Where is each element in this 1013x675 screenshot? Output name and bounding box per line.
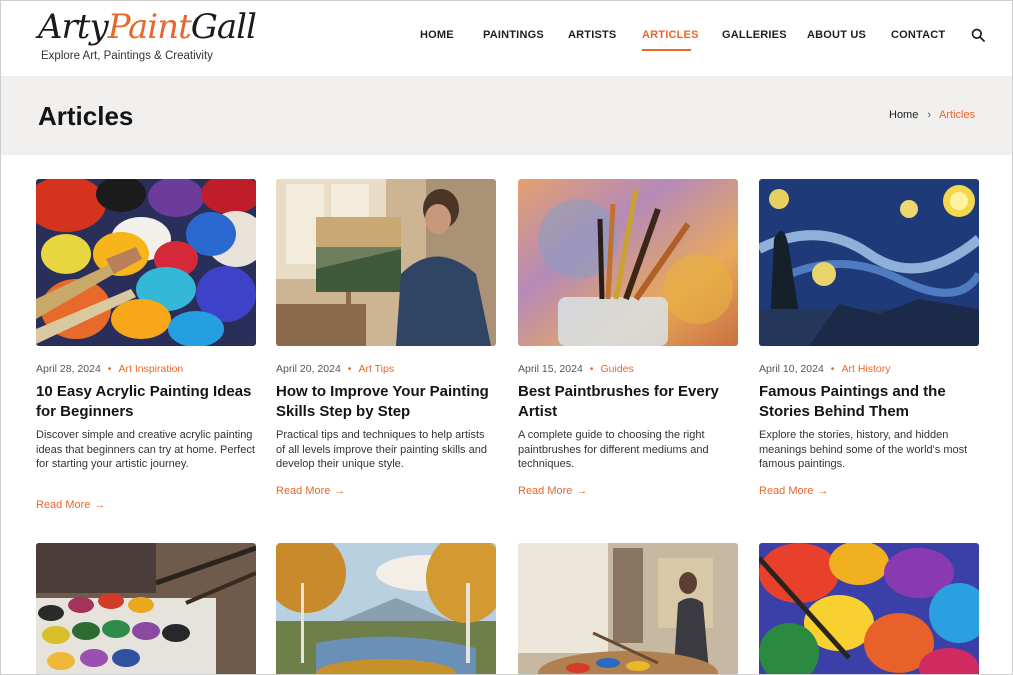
article-meta: April 28, 2024 • Art Inspiration [36, 363, 183, 375]
nav-about-us[interactable]: ABOUT US [807, 29, 866, 41]
arrow-right-icon: → [334, 485, 346, 497]
page-title: Articles [38, 101, 134, 131]
article-date: April 10, 2024 [759, 363, 824, 375]
article-excerpt: Practical tips and techniques to help ar… [276, 429, 487, 470]
page: ArtyPaintGall Explore Art, Paintings & C… [0, 0, 1013, 675]
article-title[interactable]: How to Improve Your Painting Skills Step… [276, 382, 496, 422]
nav-articles[interactable]: ARTICLES [642, 29, 699, 41]
article-title[interactable]: Best Paintbrushes for Every Artist [518, 382, 738, 422]
article-title[interactable]: Famous Paintings and the Stories Behind … [759, 382, 979, 422]
nav-home[interactable]: HOME [420, 29, 454, 41]
article-image-abstract-painting[interactable] [759, 543, 979, 674]
article-image-art-studio[interactable] [518, 543, 738, 674]
nav-active-indicator [642, 49, 691, 51]
article-category[interactable]: Art History [841, 363, 890, 375]
article-category[interactable]: Art Tips [358, 363, 394, 375]
read-more-link[interactable]: Read More → [518, 485, 587, 497]
article-meta: April 20, 2024 • Art Tips [276, 363, 394, 375]
read-more-link[interactable]: Read More → [276, 485, 345, 497]
search-icon[interactable] [971, 28, 985, 42]
arrow-right-icon: → [817, 485, 829, 497]
site-header: ArtyPaintGall Explore Art, Paintings & C… [1, 1, 1012, 77]
article-image-autumn-landscape[interactable] [276, 543, 496, 674]
site-tagline: Explore Art, Paintings & Creativity [41, 50, 213, 62]
article-excerpt: Explore the stories, history, and hidden… [759, 429, 968, 470]
read-more-label: Read More [276, 485, 331, 497]
read-more-label: Read More [518, 485, 573, 497]
article-meta: April 10, 2024 • Art History [759, 363, 891, 375]
article-date: April 28, 2024 [36, 363, 101, 375]
article-date: April 15, 2024 [518, 363, 583, 375]
article-image-woman-painting[interactable] [276, 179, 496, 346]
meta-separator: • [589, 363, 594, 375]
breadcrumb: Home › Articles [889, 109, 975, 121]
article-image-watercolor-palette[interactable] [36, 543, 256, 674]
article-image-acrylic-paint[interactable] [36, 179, 256, 346]
article-card: April 10, 2024 • Art History Famous Painti… [759, 179, 979, 509]
article-card: April 15, 2024 • Guides Best Paintbrushes … [518, 179, 738, 509]
article-card: April 20, 2024 • Art Tips How to Improve Y… [276, 179, 496, 509]
article-title[interactable]: 10 Easy Acrylic Painting Ideas for Begin… [36, 382, 256, 422]
meta-separator: • [347, 363, 352, 375]
article-date: April 20, 2024 [276, 363, 341, 375]
breadcrumb-chevron-icon: › [927, 109, 932, 121]
page-banner: Articles Home › Articles [1, 77, 1012, 155]
article-meta: April 15, 2024 • Guides [518, 363, 634, 375]
read-more-link[interactable]: Read More → [36, 499, 105, 511]
nav-contact[interactable]: CONTACT [891, 29, 945, 41]
article-excerpt: A complete guide to choosing the right p… [518, 429, 709, 470]
read-more-link[interactable]: Read More → [759, 485, 828, 497]
nav-galleries[interactable]: GALLERIES [722, 29, 787, 41]
article-category[interactable]: Guides [600, 363, 633, 375]
breadcrumb-current: Articles [939, 109, 976, 121]
article-card: April 28, 2024 • Art Inspiration 10 Easy A… [36, 179, 256, 519]
arrow-right-icon: → [94, 499, 106, 511]
read-more-label: Read More [759, 485, 814, 497]
main-nav: HOME PAINTINGS ARTISTS ARTICLES GALLERIE… [1, 29, 1012, 51]
meta-separator: • [107, 363, 112, 375]
article-category[interactable]: Art Inspiration [118, 363, 183, 375]
arrow-right-icon: → [576, 485, 588, 497]
meta-separator: • [830, 363, 835, 375]
read-more-label: Read More [36, 499, 91, 511]
nav-artists[interactable]: ARTISTS [568, 29, 616, 41]
article-excerpt: Discover simple and creative acrylic pai… [36, 429, 255, 470]
article-image-starry-night[interactable] [759, 179, 979, 346]
nav-paintings[interactable]: PAINTINGS [483, 29, 544, 41]
article-image-paintbrushes[interactable] [518, 179, 738, 346]
breadcrumb-home[interactable]: Home [889, 109, 918, 121]
